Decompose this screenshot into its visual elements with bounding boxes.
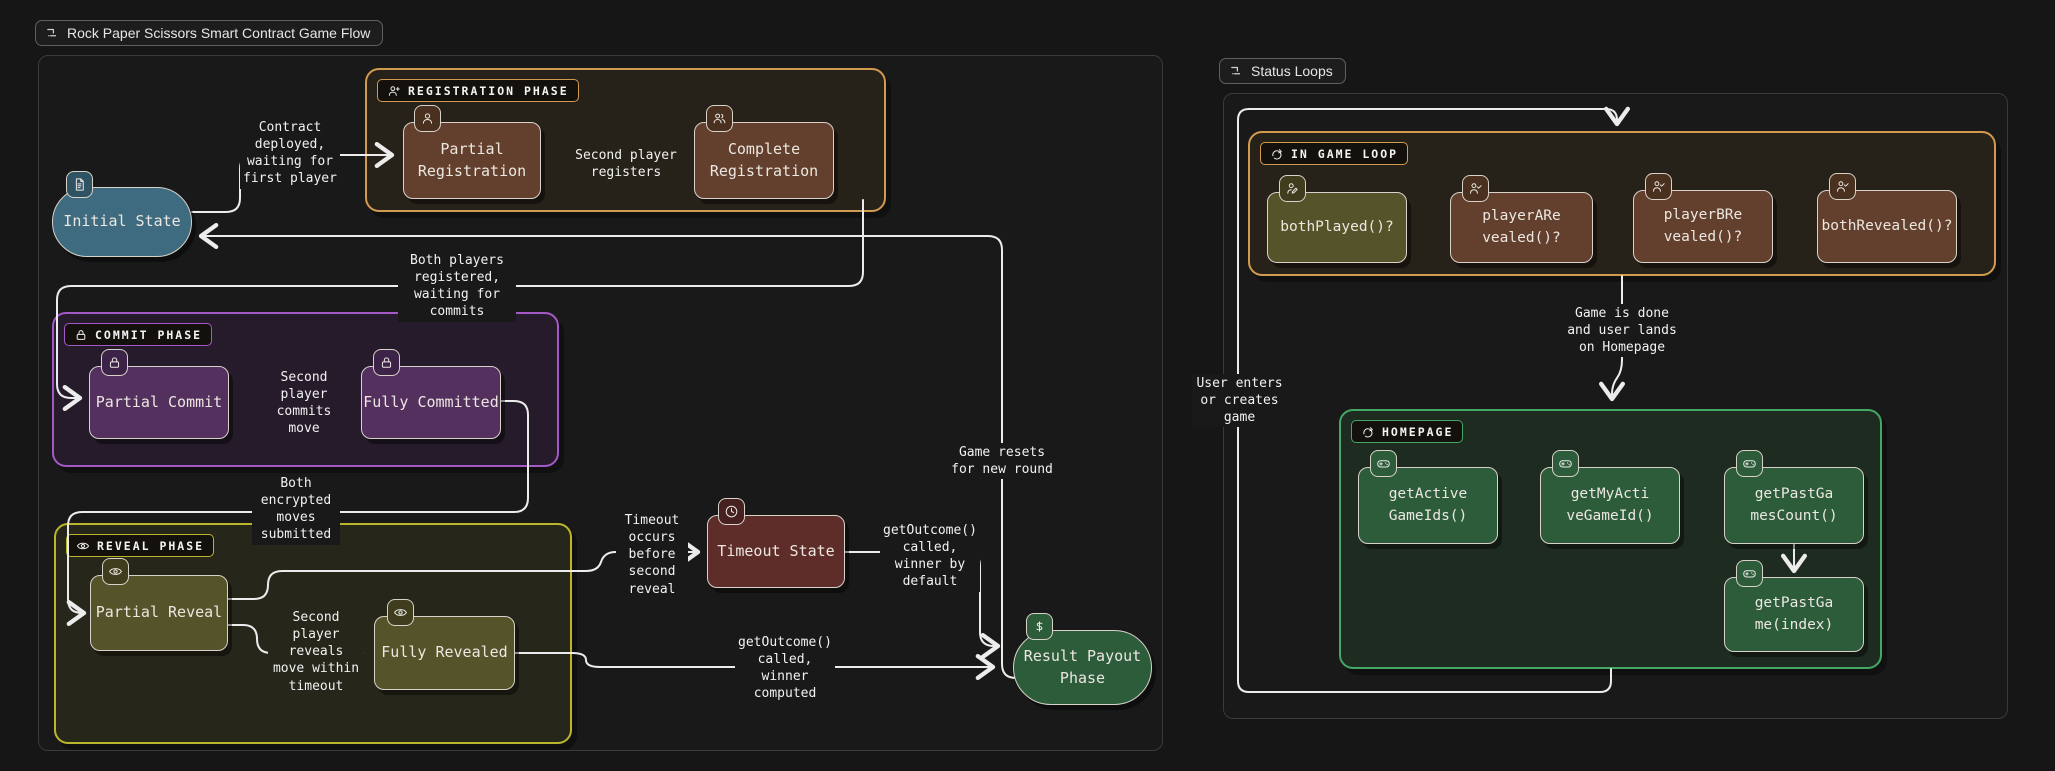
node-fully-revealed[interactable]: Fully Revealed	[374, 616, 515, 690]
node-both-played[interactable]: bothPlayed()?	[1267, 192, 1407, 263]
diagram-canvas: Rock Paper Scissors Smart Contract Game …	[0, 0, 2055, 771]
person-check-icon	[1645, 173, 1672, 200]
left-diagram-title-badge[interactable]: Rock Paper Scissors Smart Contract Game …	[35, 20, 383, 46]
node-partial-registration[interactable]: Partial Registration	[403, 122, 541, 199]
people-icon	[706, 105, 733, 132]
edge-label-second-player-commits: Second player commits move	[268, 368, 340, 439]
eye-icon	[102, 558, 129, 585]
gamepad-icon	[1370, 450, 1397, 477]
edge-label-contract-deployed: Contract deployed, waiting for first pla…	[240, 118, 340, 189]
gamepad-icon	[1736, 450, 1763, 477]
edge-label-both-registered: Both players registered, waiting for com…	[398, 251, 516, 322]
node-result-payout-phase[interactable]: Result Payout Phase	[1013, 630, 1152, 705]
node-both-revealed[interactable]: bothRevealed()?	[1817, 190, 1957, 263]
node-get-past-games-count[interactable]: getPastGa mesCount()	[1724, 467, 1864, 544]
lock-icon	[373, 349, 400, 376]
dollar-icon	[1026, 613, 1053, 640]
node-timeout-state[interactable]: Timeout State	[707, 515, 845, 588]
node-partial-commit[interactable]: Partial Commit	[89, 366, 229, 439]
node-get-past-game[interactable]: getPastGa me(index)	[1724, 577, 1864, 652]
node-get-active-game-ids[interactable]: getActive GameIds()	[1358, 467, 1498, 544]
node-get-my-active-game-id[interactable]: getMyActi veGameId()	[1540, 467, 1680, 544]
right-diagram-title: Status Loops	[1251, 63, 1333, 79]
clock-icon	[718, 498, 745, 525]
edge-label-outcome-computed: getOutcome() called, winner computed	[735, 633, 835, 704]
gamepad-icon	[1736, 560, 1763, 587]
edge-label-user-enters: User enters or creates game	[1192, 374, 1287, 427]
person-edit-icon	[1279, 175, 1306, 202]
right-diagram-title-badge[interactable]: Status Loops	[1219, 58, 1346, 84]
file-text-icon	[66, 171, 93, 198]
lock-icon	[101, 349, 128, 376]
edge-label-timeout-occurs: Timeout occurs before second reveal	[616, 511, 688, 599]
edge-label-game-resets: Game resets for new round	[946, 443, 1058, 479]
edge-label-second-player-registers: Second player registers	[570, 146, 682, 182]
person-check-icon	[1829, 173, 1856, 200]
eye-icon	[387, 599, 414, 626]
person-check-icon	[1462, 175, 1489, 202]
edge-label-both-encrypted: Both encrypted moves submitted	[252, 474, 340, 545]
person-icon	[414, 105, 441, 132]
node-complete-registration[interactable]: Complete Registration	[694, 122, 834, 199]
gamepad-icon	[1552, 450, 1579, 477]
node-fully-committed[interactable]: Fully Committed	[361, 366, 501, 439]
node-partial-reveal[interactable]: Partial Reveal	[90, 575, 228, 651]
left-diagram-title: Rock Paper Scissors Smart Contract Game …	[67, 25, 370, 41]
edge-label-second-player-reveals: Second player reveals move within timeou…	[268, 608, 364, 696]
edge-label-game-done: Game is done and user lands on Homepage	[1563, 304, 1681, 357]
node-player-a-revealed[interactable]: playerARe vealed()?	[1450, 192, 1593, 263]
node-player-b-revealed[interactable]: playerBRe vealed()?	[1633, 190, 1773, 263]
flow-icon	[1229, 64, 1243, 78]
edge-label-outcome-default: getOutcome() called, winner by default	[880, 521, 980, 592]
flow-icon	[45, 26, 59, 40]
